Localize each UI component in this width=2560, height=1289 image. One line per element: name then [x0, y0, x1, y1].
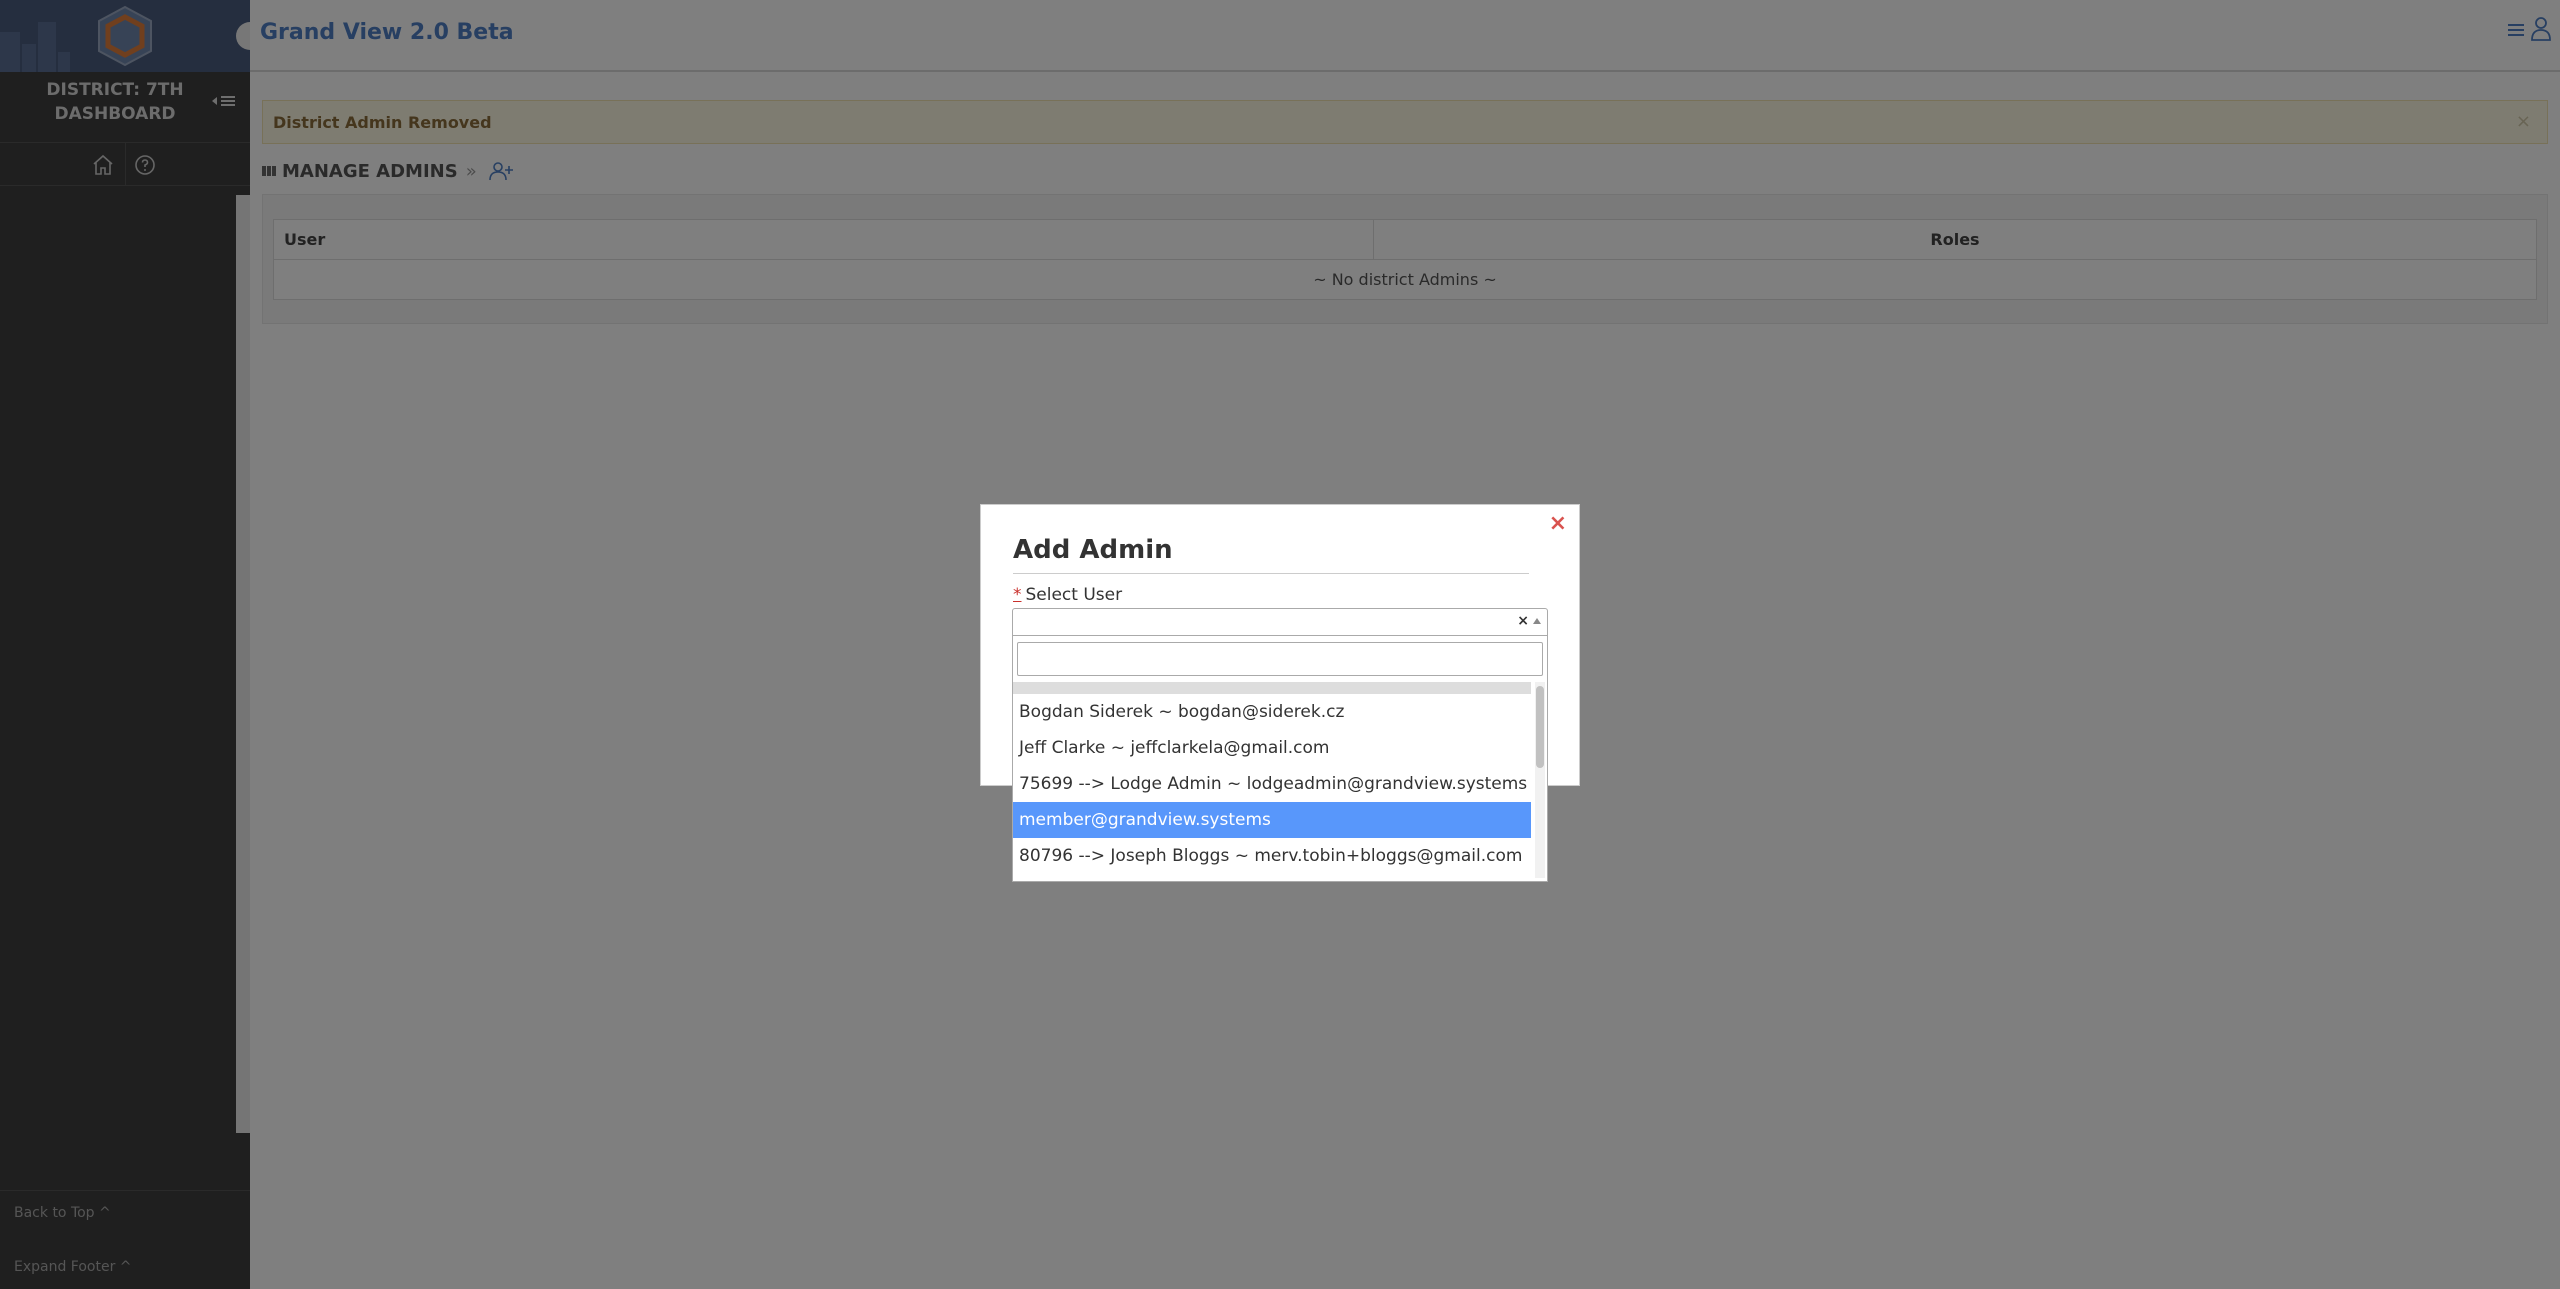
modal-title: Add Admin [1013, 535, 1173, 565]
select-user-options-panel: Bogdan Siderek ~ bogdan@siderek.cz Jeff … [1012, 636, 1548, 882]
scrollbar-thumb[interactable] [1536, 686, 1544, 768]
user-search-input[interactable] [1017, 642, 1543, 676]
select-user-label-text: Select User [1025, 585, 1123, 605]
clear-selection-button[interactable]: × [1517, 613, 1529, 629]
select-user-dropdown[interactable]: × [1012, 608, 1548, 636]
list-item[interactable]: 80796 --> Joseph Bloggs ~ merv.tobin+blo… [1013, 838, 1531, 874]
list-item-empty[interactable] [1013, 682, 1531, 694]
required-marker: * [1013, 585, 1022, 605]
list-item[interactable]: 75699 --> Lodge Admin ~ lodgeadmin@grand… [1013, 766, 1531, 802]
chevron-up-icon[interactable] [1533, 618, 1541, 624]
options-scrollbar[interactable] [1535, 682, 1545, 878]
select-user-label: * Select User [1013, 585, 1122, 605]
user-options-list: Bogdan Siderek ~ bogdan@siderek.cz Jeff … [1013, 682, 1531, 880]
list-item[interactable]: Bogdan Siderek ~ bogdan@siderek.cz [1013, 694, 1531, 730]
list-item-highlighted[interactable]: member@grandview.systems [1013, 802, 1531, 838]
list-item[interactable]: Jeff Clarke ~ jeffclarkela@gmail.com [1013, 730, 1531, 766]
modal-close-button[interactable]: × [1549, 511, 1567, 536]
